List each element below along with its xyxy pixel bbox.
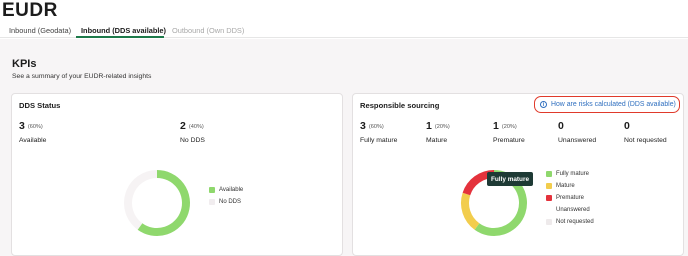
legend-swatch bbox=[546, 219, 552, 225]
active-tab-indicator bbox=[76, 36, 164, 38]
metric-percentage: (20%) bbox=[501, 124, 517, 130]
metric-mature: 1 (20%) Mature bbox=[426, 116, 450, 144]
responsible-sourcing-legend: Fully mature Mature Premature Unanswered… bbox=[546, 168, 594, 228]
chart-tooltip: Fully mature bbox=[487, 172, 533, 186]
metric-percentage: (60%) bbox=[27, 124, 43, 130]
metric-label: Unanswered bbox=[558, 137, 597, 144]
legend-swatch bbox=[546, 195, 552, 201]
legend-swatch bbox=[546, 171, 552, 177]
legend-swatch bbox=[546, 207, 552, 213]
legend-item-mature: Mature bbox=[546, 180, 594, 192]
kpis-heading: KPIs bbox=[12, 58, 37, 70]
legend-swatch bbox=[209, 199, 215, 205]
metric-value: 2 bbox=[180, 120, 186, 132]
metric-not-requested: 0 Not requested bbox=[624, 116, 667, 144]
metric-label: Mature bbox=[426, 137, 448, 144]
metric-label: Available bbox=[19, 137, 47, 144]
legend-label: Mature bbox=[556, 183, 575, 189]
legend-item-premature: Premature bbox=[546, 192, 594, 204]
legend-item-unanswered: Unanswered bbox=[546, 204, 594, 216]
tab-outbound-own-dds[interactable]: Outbound (Own DDS) bbox=[172, 26, 244, 35]
metric-value: 0 bbox=[558, 120, 564, 132]
metric-value: 1 bbox=[493, 120, 499, 132]
legend-label: Unanswered bbox=[556, 207, 590, 213]
dds-status-donut-chart bbox=[124, 170, 190, 236]
metric-no-dds: 2 (40%) No DDS bbox=[180, 116, 205, 144]
legend-swatch bbox=[546, 183, 552, 189]
risk-calculation-link[interactable]: i How are risks calculated (DDS availabl… bbox=[534, 96, 680, 113]
metric-unanswered: 0 Unanswered bbox=[558, 116, 596, 144]
legend-item-fully-mature: Fully mature bbox=[546, 168, 594, 180]
metric-available: 3 (60%) Available bbox=[19, 116, 46, 144]
legend-label: No DDS bbox=[219, 199, 242, 205]
card-title: DDS Status bbox=[19, 101, 61, 110]
metric-label: Fully mature bbox=[360, 137, 398, 144]
metric-label: No DDS bbox=[180, 137, 205, 144]
metric-value: 3 bbox=[360, 120, 366, 132]
metric-value: 1 bbox=[426, 120, 432, 132]
legend-item-no-dds: No DDS bbox=[209, 196, 243, 208]
dds-status-legend: Available No DDS bbox=[209, 184, 243, 208]
card-title: Responsible sourcing bbox=[360, 101, 440, 110]
info-icon: i bbox=[540, 101, 547, 108]
page-title: EUDR bbox=[2, 0, 58, 21]
tab-inbound-dds-available[interactable]: Inbound (DDS available) bbox=[81, 26, 166, 35]
metric-percentage: (60%) bbox=[368, 124, 384, 130]
legend-label: Available bbox=[219, 187, 244, 193]
metric-label: Premature bbox=[493, 137, 525, 144]
tab-inbound-geodata[interactable]: Inbound (Geodata) bbox=[9, 26, 71, 35]
metric-premature: 1 (20%) Premature bbox=[493, 116, 525, 144]
donut-slice-mature[interactable] bbox=[461, 192, 480, 230]
legend-label: Not requested bbox=[556, 219, 594, 225]
metric-fully-mature: 3 (60%) Fully mature bbox=[360, 116, 397, 144]
metric-percentage: (20%) bbox=[434, 124, 450, 130]
tab-bar: Inbound (Geodata) Inbound (DDS available… bbox=[0, 22, 688, 38]
metric-percentage: (40%) bbox=[188, 124, 204, 130]
dds-status-card: DDS Status 3 (60%) Available 2 (40%) No DD… bbox=[11, 93, 343, 256]
donut-slice-available[interactable] bbox=[137, 170, 190, 236]
legend-swatch bbox=[209, 187, 215, 193]
legend-label: Fully mature bbox=[556, 171, 590, 177]
risk-calculation-link-text[interactable]: How are risks calculated (DDS available) bbox=[551, 101, 676, 108]
legend-item-available: Available bbox=[209, 184, 243, 196]
kpis-subtitle: See a summary of your EUDR-related insig… bbox=[12, 73, 152, 80]
legend-label: Premature bbox=[556, 195, 585, 201]
legend-item-not-requested: Not requested bbox=[546, 216, 594, 228]
metric-value: 3 bbox=[19, 120, 25, 132]
metric-value: 0 bbox=[624, 120, 630, 132]
donut-slice-no-dds[interactable] bbox=[124, 170, 158, 230]
metric-label: Not requested bbox=[624, 137, 667, 144]
